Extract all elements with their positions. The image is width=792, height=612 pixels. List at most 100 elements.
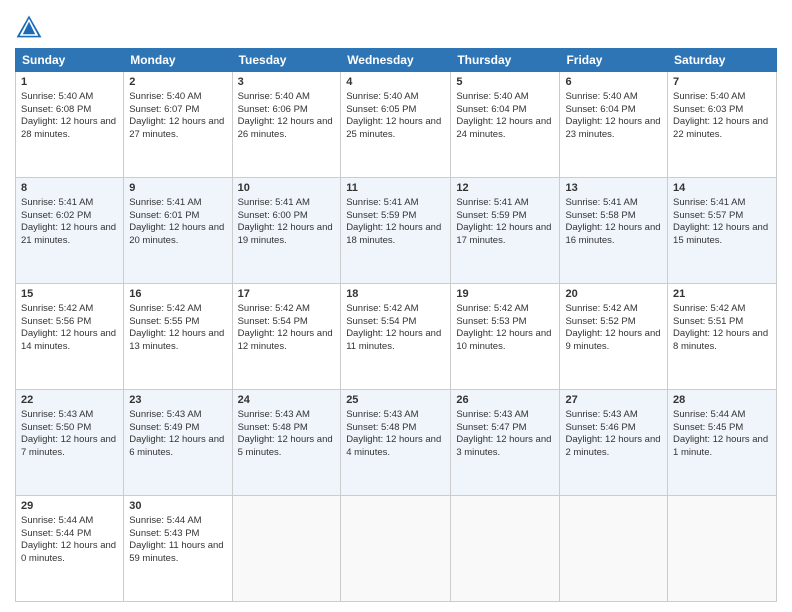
logo-icon [15,14,43,42]
sunset-text: Sunset: 5:46 PM [565,422,635,433]
sunrise-text: Sunrise: 5:40 AM [565,91,637,102]
sunrise-text: Sunrise: 5:44 AM [21,515,93,526]
day-number: 22 [21,393,118,408]
day-cell-1: 1Sunrise: 5:40 AMSunset: 6:08 PMDaylight… [16,72,124,178]
daylight-text: Daylight: 12 hours and 18 minutes. [346,222,441,246]
sunset-text: Sunset: 6:07 PM [129,104,199,115]
day-cell-22: 22Sunrise: 5:43 AMSunset: 5:50 PMDayligh… [16,390,124,496]
daylight-text: Daylight: 12 hours and 22 minutes. [673,116,768,140]
day-cell-26: 26Sunrise: 5:43 AMSunset: 5:47 PMDayligh… [451,390,560,496]
sunset-text: Sunset: 5:56 PM [21,316,91,327]
day-number: 15 [21,287,118,302]
day-header-sunday: Sunday [16,49,124,72]
day-cell-empty [560,496,668,602]
day-cell-14: 14Sunrise: 5:41 AMSunset: 5:57 PMDayligh… [668,178,777,284]
day-cell-30: 30Sunrise: 5:44 AMSunset: 5:43 PMDayligh… [124,496,232,602]
sunrise-text: Sunrise: 5:42 AM [238,303,310,314]
day-number: 12 [456,181,554,196]
daylight-text: Daylight: 12 hours and 20 minutes. [129,222,224,246]
day-cell-16: 16Sunrise: 5:42 AMSunset: 5:55 PMDayligh… [124,284,232,390]
daylight-text: Daylight: 12 hours and 27 minutes. [129,116,224,140]
day-number: 26 [456,393,554,408]
header [15,10,777,42]
daylight-text: Daylight: 12 hours and 5 minutes. [238,434,333,458]
daylight-text: Daylight: 12 hours and 25 minutes. [346,116,441,140]
day-number: 19 [456,287,554,302]
daylight-text: Daylight: 12 hours and 12 minutes. [238,328,333,352]
day-number: 29 [21,499,118,514]
daylight-text: Daylight: 12 hours and 16 minutes. [565,222,660,246]
day-cell-29: 29Sunrise: 5:44 AMSunset: 5:44 PMDayligh… [16,496,124,602]
sunset-text: Sunset: 6:02 PM [21,210,91,221]
sunrise-text: Sunrise: 5:42 AM [129,303,201,314]
sunrise-text: Sunrise: 5:43 AM [21,409,93,420]
day-cell-empty [232,496,341,602]
day-cell-empty [341,496,451,602]
logo [15,14,45,42]
day-number: 21 [673,287,771,302]
daylight-text: Daylight: 12 hours and 24 minutes. [456,116,551,140]
daylight-text: Daylight: 12 hours and 15 minutes. [673,222,768,246]
sunset-text: Sunset: 6:01 PM [129,210,199,221]
daylight-text: Daylight: 12 hours and 7 minutes. [21,434,116,458]
sunset-text: Sunset: 5:57 PM [673,210,743,221]
day-cell-8: 8Sunrise: 5:41 AMSunset: 6:02 PMDaylight… [16,178,124,284]
sunset-text: Sunset: 5:58 PM [565,210,635,221]
day-number: 1 [21,75,118,90]
daylight-text: Daylight: 11 hours and 59 minutes. [129,540,223,564]
day-cell-empty [451,496,560,602]
day-number: 24 [238,393,336,408]
sunset-text: Sunset: 5:47 PM [456,422,526,433]
calendar-page: SundayMondayTuesdayWednesdayThursdayFrid… [0,0,792,612]
day-cell-24: 24Sunrise: 5:43 AMSunset: 5:48 PMDayligh… [232,390,341,496]
sunrise-text: Sunrise: 5:43 AM [565,409,637,420]
day-cell-12: 12Sunrise: 5:41 AMSunset: 5:59 PMDayligh… [451,178,560,284]
day-cell-20: 20Sunrise: 5:42 AMSunset: 5:52 PMDayligh… [560,284,668,390]
day-cell-25: 25Sunrise: 5:43 AMSunset: 5:48 PMDayligh… [341,390,451,496]
sunrise-text: Sunrise: 5:41 AM [346,197,418,208]
day-header-tuesday: Tuesday [232,49,341,72]
day-cell-7: 7Sunrise: 5:40 AMSunset: 6:03 PMDaylight… [668,72,777,178]
day-cell-17: 17Sunrise: 5:42 AMSunset: 5:54 PMDayligh… [232,284,341,390]
daylight-text: Daylight: 12 hours and 6 minutes. [129,434,224,458]
day-number: 27 [565,393,662,408]
week-row-4: 22Sunrise: 5:43 AMSunset: 5:50 PMDayligh… [16,390,777,496]
sunrise-text: Sunrise: 5:41 AM [456,197,528,208]
day-header-wednesday: Wednesday [341,49,451,72]
daylight-text: Daylight: 12 hours and 10 minutes. [456,328,551,352]
day-cell-2: 2Sunrise: 5:40 AMSunset: 6:07 PMDaylight… [124,72,232,178]
sunrise-text: Sunrise: 5:43 AM [238,409,310,420]
sunset-text: Sunset: 6:06 PM [238,104,308,115]
day-number: 7 [673,75,771,90]
sunset-text: Sunset: 5:51 PM [673,316,743,327]
sunset-text: Sunset: 5:44 PM [21,528,91,539]
sunrise-text: Sunrise: 5:41 AM [565,197,637,208]
day-number: 11 [346,181,445,196]
daylight-text: Daylight: 12 hours and 21 minutes. [21,222,116,246]
sunset-text: Sunset: 5:59 PM [346,210,416,221]
daylight-text: Daylight: 12 hours and 8 minutes. [673,328,768,352]
daylight-text: Daylight: 12 hours and 26 minutes. [238,116,333,140]
sunset-text: Sunset: 5:52 PM [565,316,635,327]
week-row-5: 29Sunrise: 5:44 AM Sunset: 5:44 PM Dayligh… [16,496,777,602]
day-header-thursday: Thursday [451,49,560,72]
day-header-friday: Friday [560,49,668,72]
day-cell-10: 10Sunrise: 5:41 AMSunset: 6:00 PMDayligh… [232,178,341,284]
sunset-text: Sunset: 5:54 PM [346,316,416,327]
day-cell-3: 3Sunrise: 5:40 AMSunset: 6:06 PMDaylight… [232,72,341,178]
daylight-text: Daylight: 12 hours and 4 minutes. [346,434,441,458]
sunrise-text: Sunrise: 5:41 AM [21,197,93,208]
day-number: 13 [565,181,662,196]
day-cell-empty [668,496,777,602]
sunset-text: Sunset: 5:49 PM [129,422,199,433]
day-number: 10 [238,181,336,196]
day-header-monday: Monday [124,49,232,72]
day-cell-15: 15Sunrise: 5:42 AMSunset: 5:56 PMDayligh… [16,284,124,390]
week-row-3: 15 Sunrise: 5:42 AM Sunset: 5:56 PM Dayligh… [16,284,777,390]
sunset-text: Sunset: 6:04 PM [456,104,526,115]
sunrise-text: Sunrise: 5:40 AM [21,91,93,102]
sunrise-text: Sunrise: 5:43 AM [129,409,201,420]
day-cell-28: 28Sunrise: 5:44 AMSunset: 5:45 PMDayligh… [668,390,777,496]
daylight-text: Daylight: 12 hours and 19 minutes. [238,222,333,246]
sunset-text: Sunset: 5:54 PM [238,316,308,327]
